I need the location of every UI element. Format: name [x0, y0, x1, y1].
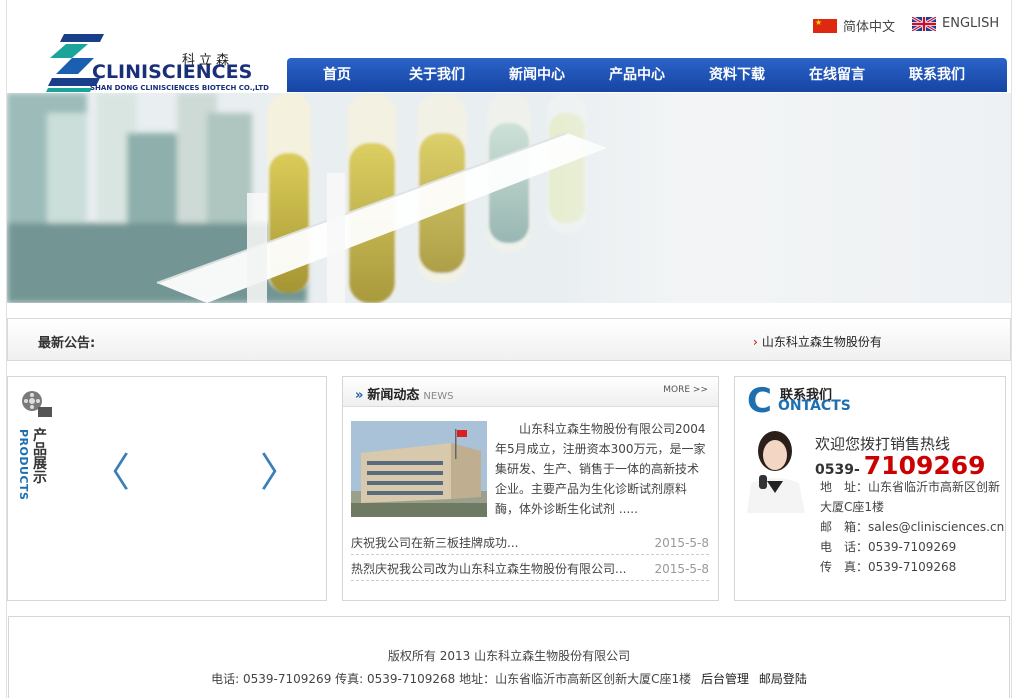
products-title-en: PRODUCTS: [17, 429, 30, 501]
nav-item-downloads[interactable]: 资料下载: [687, 58, 787, 92]
nav-item-home[interactable]: 首页: [287, 58, 387, 92]
contact-fax: 传 真：0539-7109268: [820, 560, 957, 574]
carousel-next-button[interactable]: 〉: [260, 453, 300, 493]
contacts-title-en: ONTACTS: [778, 398, 851, 414]
contact-tel: 电 话：0539-7109269: [820, 540, 957, 554]
footer-info-line: 电话: 0539-7109269 传真: 0539-7109268 地址：山东省…: [9, 670, 1009, 687]
company-logo[interactable]: 科立森 CLINISCIENCES SHAN DONG CLINISCIENCE…: [42, 30, 269, 94]
news-item-title: 热烈庆祝我公司改为山东科立森生物股份有限公司...: [351, 562, 627, 576]
footer-contact-info: 电话: 0539-7109269 传真: 0539-7109268 地址：山东省…: [211, 672, 692, 686]
news-building-image[interactable]: [351, 421, 487, 517]
news-title: » 新闻动态 NEWS: [355, 384, 453, 403]
nav-item-news[interactable]: 新闻中心: [487, 58, 587, 92]
products-title-en-wrap: PRODUCTS: [17, 429, 30, 501]
chevron-right-icon: ›: [753, 335, 758, 349]
news-more-link[interactable]: MORE >>: [663, 385, 708, 395]
news-summary: 山东科立森生物股份有限公司2004年5月成立，注册资本300万元，是一家集研发、…: [495, 422, 706, 516]
contact-address: 地 址：山东省临沂市高新区创新大厦C座1楼: [820, 480, 1001, 514]
news-item-date: 2015-5-8: [654, 535, 709, 550]
notice-item-link[interactable]: ›山东科立森生物股份有限公司: [753, 333, 881, 350]
news-item-title: 庆祝我公司在新三板挂牌成功...: [351, 536, 519, 550]
office-building-illustration: [351, 421, 487, 517]
contacts-initial-letter: C: [747, 381, 772, 421]
notice-item-text: 山东科立森生物股份有限公司: [761, 335, 881, 349]
lab-tubes-illustration: [7, 93, 1011, 303]
customer-service-avatar: [737, 417, 815, 513]
phone-number: 7109269: [863, 451, 986, 480]
products-title: 产品展示: [33, 428, 47, 486]
news-title-en: NEWS: [423, 391, 454, 402]
footer: 版权所有 2013 山东科立森生物股份有限公司 电话: 0539-7109269…: [8, 616, 1010, 698]
mail-login-link[interactable]: 邮局登陆: [759, 672, 807, 686]
notice-label: 最新公告:: [38, 336, 96, 351]
logo-brand-text: CLINISCIENCES: [92, 61, 253, 83]
phone-prefix: 0539-: [815, 462, 860, 478]
film-reel-icon: [22, 391, 52, 417]
double-chevron-icon: »: [355, 388, 364, 403]
language-english-link[interactable]: ENGLISH: [912, 16, 999, 31]
nav-item-about[interactable]: 关于我们: [387, 58, 487, 92]
nav-item-products[interactable]: 产品中心: [587, 58, 687, 92]
page: 简体中文 ENGLISH 科立森 CLINISCIENCES SHAN DONG…: [0, 0, 1018, 698]
notice-bar: 最新公告: ›山东科立森生物股份有限公司: [7, 318, 1011, 361]
uk-flag-icon: [912, 16, 936, 31]
admin-link[interactable]: 后台管理: [701, 672, 749, 686]
news-list-item[interactable]: 热烈庆祝我公司改为山东科立森生物股份有限公司... 2015-5-8: [351, 557, 709, 581]
news-header: » 新闻动态 NEWS MORE >>: [343, 377, 718, 407]
china-flag-icon: [813, 18, 837, 33]
footer-copyright: 版权所有 2013 山东科立森生物股份有限公司: [387, 649, 631, 663]
news-title-cn: 新闻动态: [367, 388, 420, 403]
logo-subtitle-text: SHAN DONG CLINISCIENCES BIOTECH CO.,LTD: [90, 84, 269, 92]
news-panel: » 新闻动态 NEWS MORE >> 山东科立森生物股份有限公司2004年5月…: [342, 376, 719, 601]
products-panel: 产品展示 PRODUCTS 〈 〉: [7, 376, 327, 601]
contact-email: 邮 箱：sales@clinisciences.cn: [820, 520, 1005, 534]
banner-image: [7, 93, 1011, 303]
main-navigation: 首页 关于我们 新闻中心 产品中心 资料下载 在线留言 联系我们: [287, 58, 1007, 92]
contact-panel: C 联系我们 ONTACTS 欢迎您拨打销售热线 0539- 7109269 地 …: [734, 376, 1006, 601]
contact-details: 地 址：山东省临沂市高新区创新大厦C座1楼 邮 箱：sales@clinisci…: [820, 477, 1006, 577]
nav-item-messages[interactable]: 在线留言: [787, 58, 887, 92]
carousel-prev-button[interactable]: 〈: [90, 453, 130, 493]
nav-item-contact[interactable]: 联系我们: [887, 58, 987, 92]
language-chinese-link[interactable]: 简体中文: [813, 16, 895, 35]
news-item-date: 2015-5-8: [654, 561, 709, 576]
news-list-item[interactable]: 庆祝我公司在新三板挂牌成功... 2015-5-8: [351, 531, 709, 555]
language-english-label: ENGLISH: [942, 16, 1000, 31]
sales-hotline-number: 0539- 7109269: [815, 451, 986, 480]
language-chinese-label: 简体中文: [843, 20, 896, 35]
